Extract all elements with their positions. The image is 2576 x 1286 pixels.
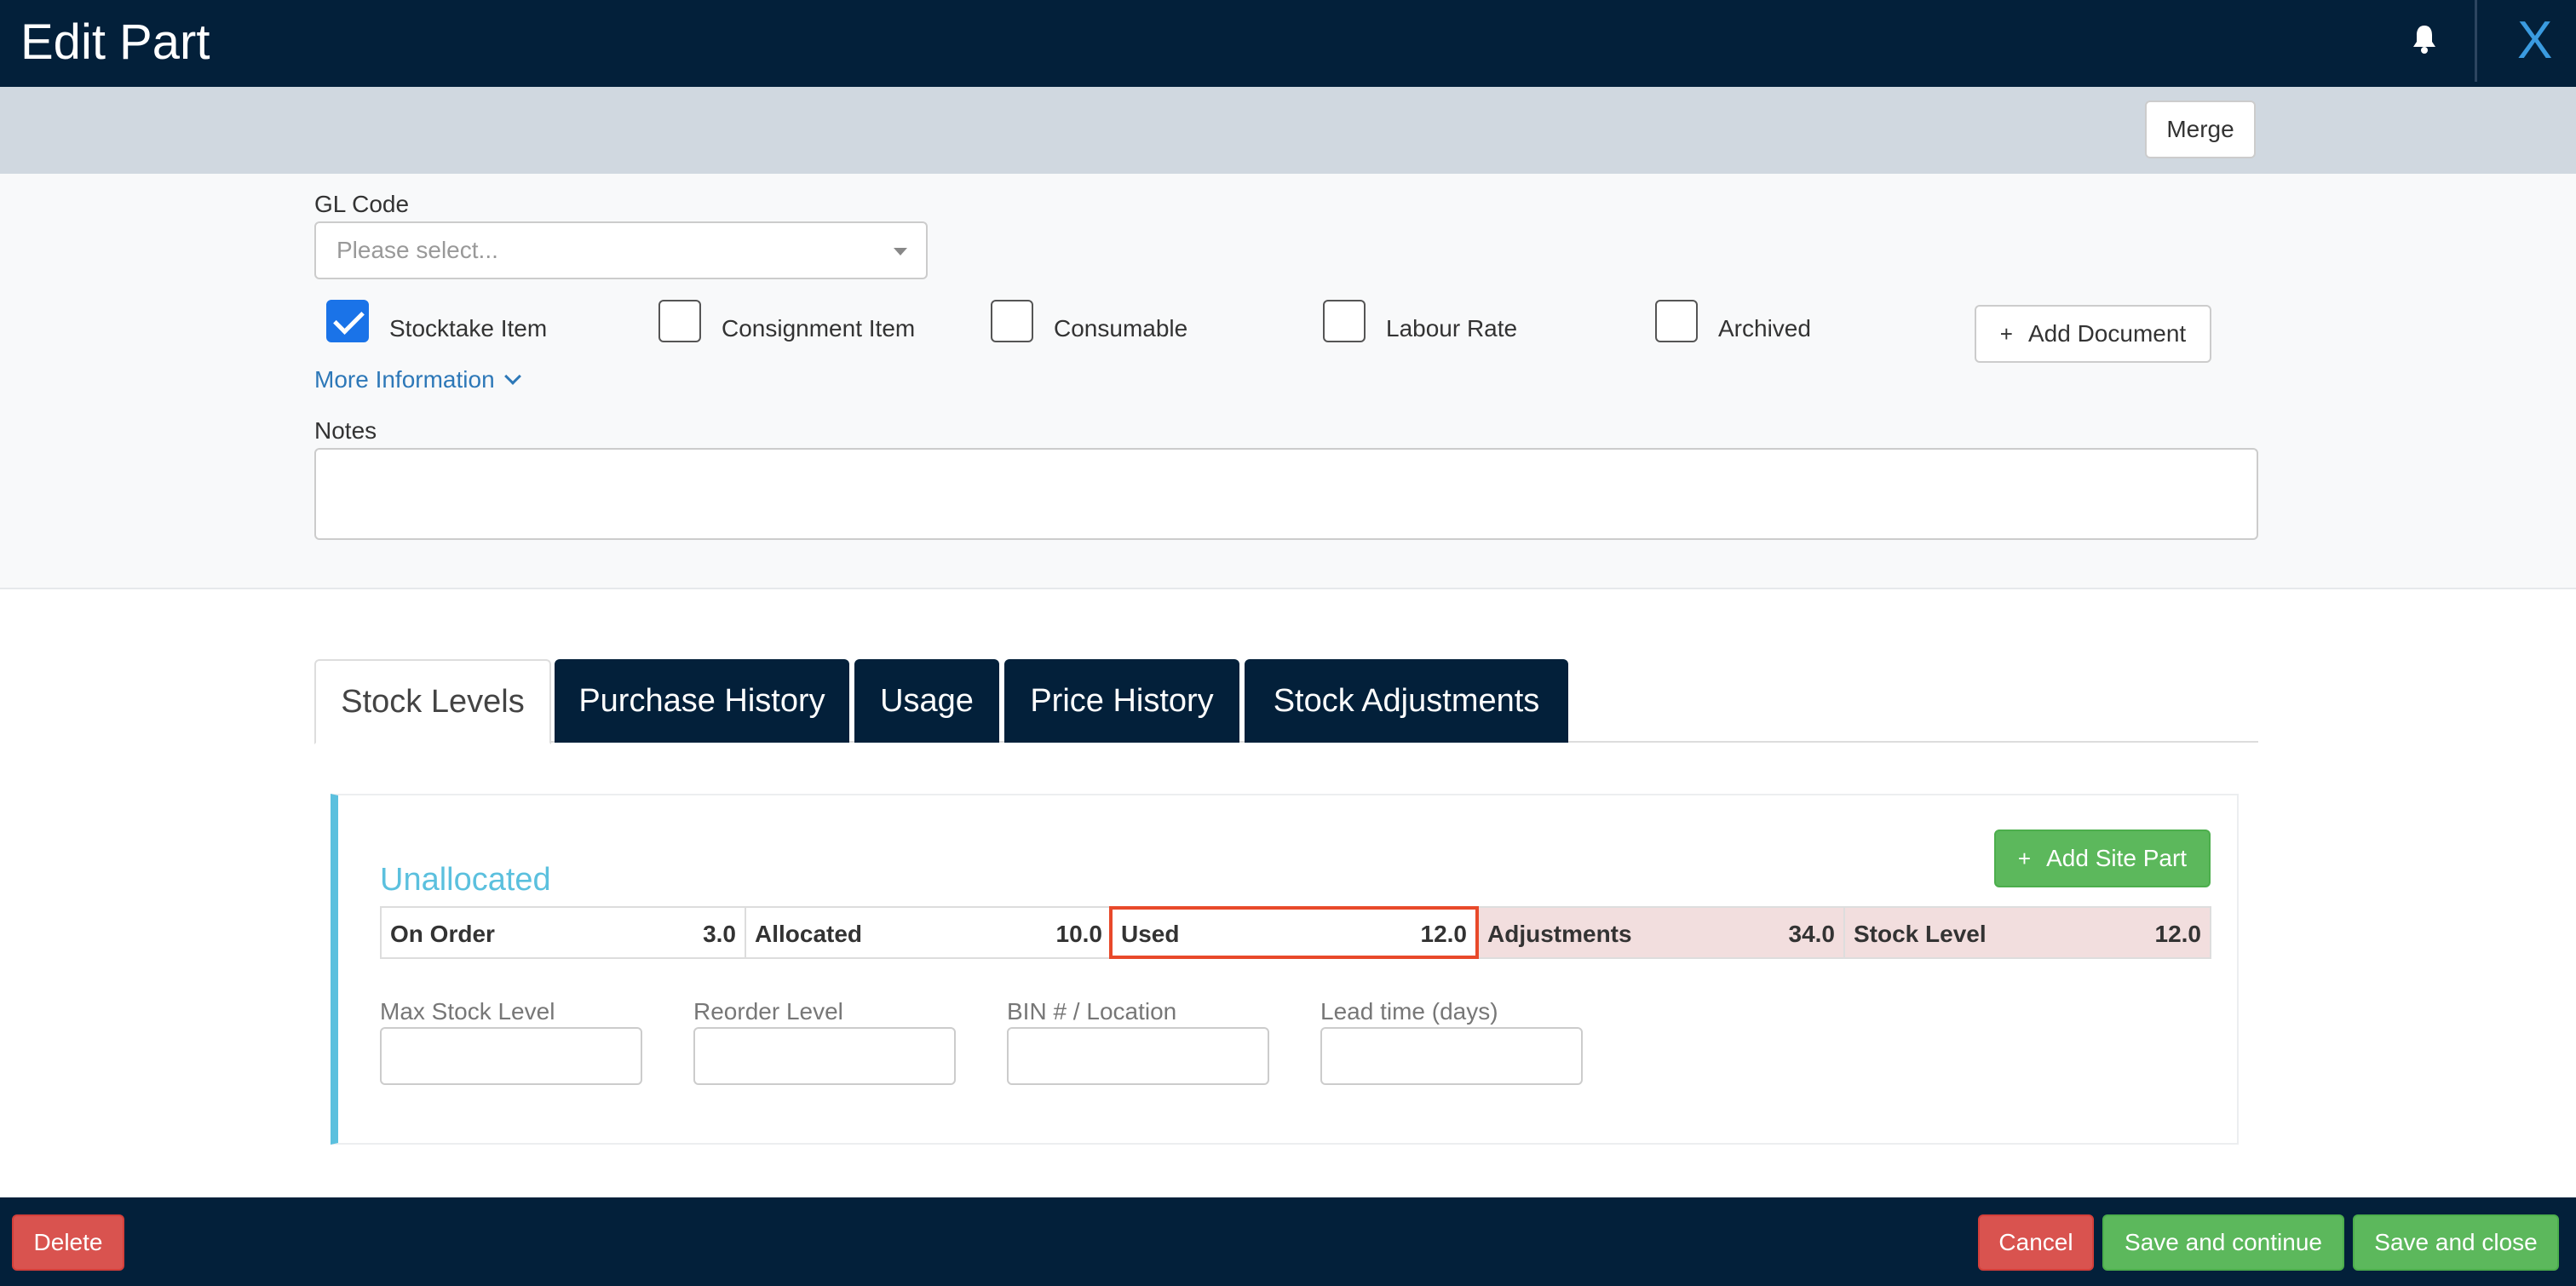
bin-location-input[interactable] (1007, 1027, 1269, 1085)
stat-value: 12.0 (1420, 921, 1468, 947)
add-site-part-label: Add Site Part (2046, 845, 2188, 871)
toolbar: Merge (0, 87, 2576, 174)
stocktake-item-label: Stocktake Item (389, 315, 548, 342)
stat-value: 34.0 (1788, 921, 1836, 947)
tab-purchase-history[interactable]: Purchase History (555, 659, 849, 743)
tab-bar: Stock Levels Purchase History Usage Pric… (314, 659, 2258, 744)
notes-textarea[interactable] (314, 448, 2258, 540)
more-information-label: More Information (314, 366, 495, 393)
max-stock-level-input[interactable] (380, 1027, 642, 1085)
plus-icon: + (1999, 320, 2013, 347)
add-document-label: Add Document (2027, 320, 2187, 347)
save-and-close-button[interactable]: Save and close (2353, 1214, 2559, 1271)
consignment-item-checkbox[interactable] (658, 300, 701, 342)
gl-code-label: GL Code (314, 191, 410, 217)
caret-down-icon (894, 248, 907, 255)
stat-value: 3.0 (703, 921, 736, 947)
bell-icon[interactable] (2411, 24, 2438, 55)
page-title: Edit Part (20, 14, 210, 70)
chevron-down-icon (503, 368, 521, 385)
consignment-item-label: Consignment Item (722, 315, 916, 342)
stat-label: On Order (390, 921, 495, 947)
part-form: GL Code Please select... Stocktake Item … (0, 174, 2576, 589)
stock-stats-row: On Order 3.0 Allocated 10.0 Used 12.0 Ad… (380, 906, 2211, 959)
section-title: Unallocated (380, 862, 551, 898)
consumable-label: Consumable (1054, 315, 1188, 342)
save-and-continue-button[interactable]: Save and continue (2102, 1214, 2344, 1271)
stat-value: 12.0 (2154, 921, 2202, 947)
stat-stock-level: Stock Level 12.0 (1843, 906, 2211, 959)
reorder-level-label: Reorder Level (693, 998, 843, 1025)
cancel-button[interactable]: Cancel (1978, 1214, 2094, 1271)
add-document-button[interactable]: + Add Document (1975, 305, 2211, 363)
more-information-toggle[interactable]: More Information (314, 366, 521, 393)
consumable-checkbox[interactable] (991, 300, 1033, 342)
stat-label: Stock Level (1854, 921, 1987, 947)
labour-rate-checkbox[interactable] (1323, 300, 1366, 342)
gl-code-placeholder: Please select... (336, 237, 498, 263)
stock-panel: Unallocated + Add Site Part On Order 3.0… (331, 794, 2239, 1145)
app-header: Edit Part X (0, 0, 2576, 87)
notes-label: Notes (314, 417, 377, 444)
header-divider (2475, 0, 2477, 82)
archived-label: Archived (1718, 315, 1811, 342)
stat-allocated: Allocated 10.0 (745, 906, 1113, 959)
stat-on-order: On Order 3.0 (380, 906, 746, 959)
tab-stock-adjustments[interactable]: Stock Adjustments (1245, 659, 1568, 743)
lead-time-label: Lead time (days) (1320, 998, 1498, 1025)
labour-rate-label: Labour Rate (1386, 315, 1518, 342)
close-button[interactable]: X (2517, 7, 2552, 75)
bin-location-label: BIN # / Location (1007, 998, 1177, 1025)
stat-value: 10.0 (1055, 921, 1103, 947)
stat-label: Adjustments (1487, 921, 1632, 947)
footer-bar: Delete Cancel Save and continue Save and… (0, 1197, 2576, 1286)
tab-stock-levels[interactable]: Stock Levels (314, 659, 551, 744)
max-stock-level-label: Max Stock Level (380, 998, 555, 1025)
stat-used: Used 12.0 (1109, 906, 1479, 959)
add-site-part-button[interactable]: + Add Site Part (1994, 830, 2211, 887)
archived-checkbox[interactable] (1655, 300, 1698, 342)
stocktake-item-checkbox[interactable] (326, 300, 369, 342)
tab-usage[interactable]: Usage (854, 659, 999, 743)
plus-icon: + (2017, 845, 2032, 871)
delete-button[interactable]: Delete (12, 1214, 124, 1271)
stat-adjustments: Adjustments 34.0 (1477, 906, 1845, 959)
gl-code-select[interactable]: Please select... (314, 221, 928, 279)
merge-button[interactable]: Merge (2145, 100, 2256, 158)
reorder-level-input[interactable] (693, 1027, 956, 1085)
stat-label: Allocated (755, 921, 863, 947)
tab-price-history[interactable]: Price History (1004, 659, 1239, 743)
lead-time-input[interactable] (1320, 1027, 1583, 1085)
stat-label: Used (1121, 921, 1180, 947)
